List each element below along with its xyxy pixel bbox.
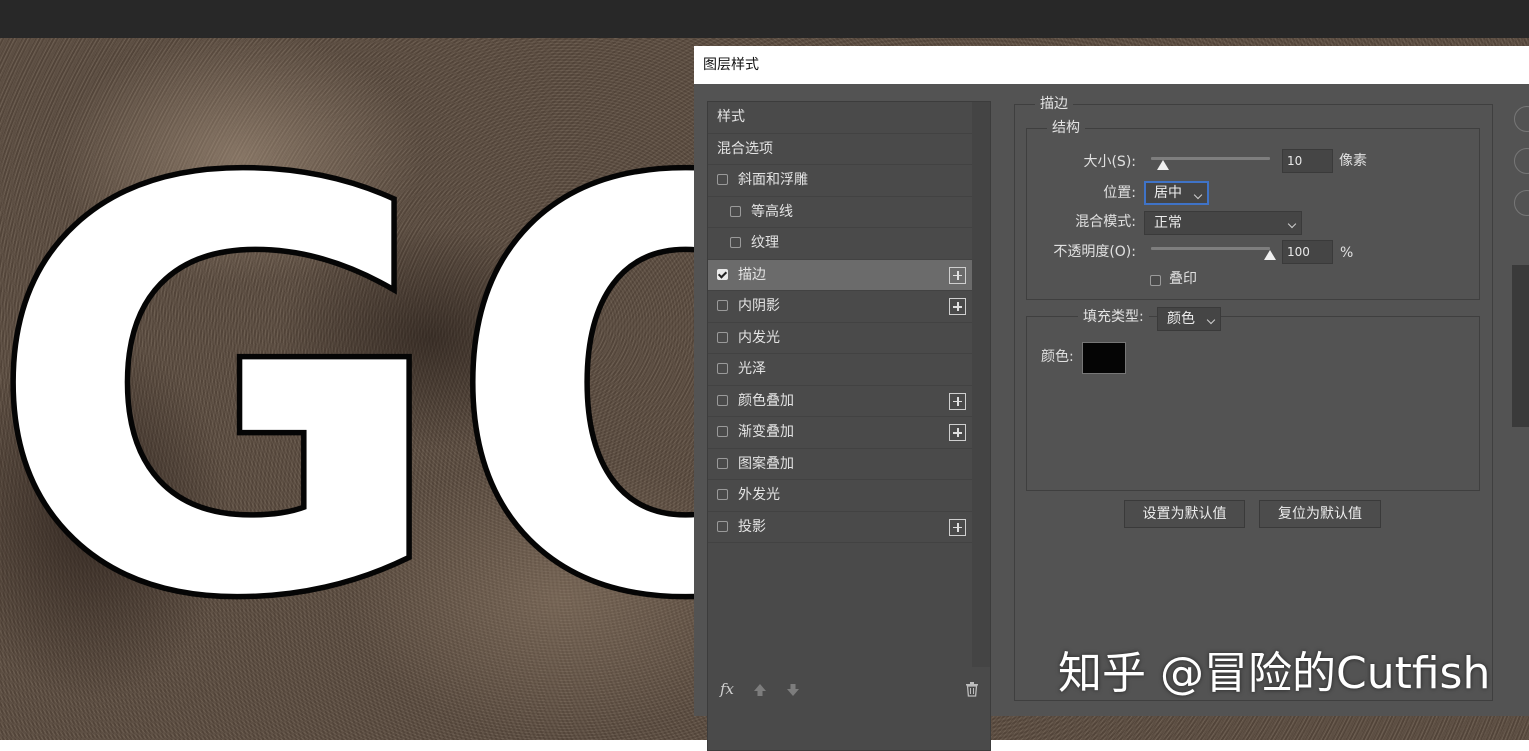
- style-item-checkbox[interactable]: [717, 457, 728, 469]
- add-effect-plus-icon[interactable]: [949, 424, 966, 441]
- style-item[interactable]: 混合选项: [708, 134, 972, 165]
- blend-mode-select[interactable]: 正常: [1144, 211, 1302, 235]
- style-item-checkbox[interactable]: [717, 331, 728, 343]
- style-item-checkbox[interactable]: [730, 237, 741, 248]
- style-item[interactable]: 纹理: [708, 228, 972, 260]
- style-item-label: 纹理: [751, 235, 779, 251]
- style-item-label: 光泽: [738, 361, 766, 377]
- chevron-down-icon: [1287, 219, 1297, 229]
- position-select[interactable]: 居中: [1144, 181, 1209, 205]
- style-item[interactable]: 渐变叠加: [708, 417, 972, 449]
- structure-title: 结构: [1047, 119, 1085, 137]
- style-item-checkbox[interactable]: [717, 520, 728, 532]
- style-item-label: 样式: [717, 109, 745, 125]
- size-unit: 像素: [1339, 153, 1367, 169]
- add-effect-plus-icon[interactable]: [949, 298, 966, 315]
- set-default-button[interactable]: 设置为默认值: [1124, 500, 1245, 528]
- dialog-title: 图层样式: [694, 46, 1529, 84]
- style-item-label: 图案叠加: [738, 455, 794, 472]
- position-label: 位置:: [1103, 185, 1136, 201]
- watermark: 知乎 @冒险的Cutfish: [1058, 648, 1491, 699]
- size-input[interactable]: 10: [1282, 149, 1333, 173]
- size-label: 大小(S):: [1083, 154, 1136, 170]
- cancel-button[interactable]: [1514, 148, 1529, 174]
- color-label: 颜色:: [1041, 349, 1074, 365]
- style-item-label: 等高线: [751, 203, 793, 220]
- move-up-icon[interactable]: [753, 682, 767, 698]
- style-item-checkbox[interactable]: [717, 268, 728, 280]
- fill-type-select[interactable]: 颜色: [1157, 307, 1221, 331]
- opacity-slider-thumb[interactable]: [1264, 250, 1276, 260]
- color-swatch[interactable]: [1082, 342, 1126, 374]
- opacity-label: 不透明度(O):: [1053, 244, 1136, 260]
- top-bar: [0, 0, 1529, 38]
- blend-mode-label: 混合模式:: [1075, 214, 1136, 230]
- style-item-checkbox[interactable]: [717, 394, 728, 406]
- style-item-checkbox[interactable]: [717, 489, 728, 500]
- opacity-unit: %: [1340, 245, 1354, 261]
- style-item[interactable]: 样式: [708, 102, 972, 134]
- fx-menu-button[interactable]: fx: [720, 680, 734, 698]
- style-item-checkbox[interactable]: [730, 205, 741, 217]
- style-item-label: 斜面和浮雕: [738, 172, 808, 188]
- size-slider-thumb[interactable]: [1156, 160, 1169, 170]
- add-effect-plus-icon[interactable]: [949, 518, 966, 536]
- stroke-section-title: 描边: [1035, 95, 1073, 113]
- style-item[interactable]: 投影: [708, 512, 972, 543]
- opacity-slider[interactable]: [1151, 247, 1270, 250]
- add-effect-plus-icon[interactable]: [949, 266, 966, 284]
- style-item[interactable]: 内发光: [708, 323, 972, 354]
- style-item[interactable]: 内阴影: [708, 291, 972, 323]
- style-item[interactable]: 图案叠加: [708, 449, 972, 480]
- trash-icon[interactable]: [965, 681, 979, 697]
- style-item-label: 颜色叠加: [738, 392, 794, 409]
- style-item-checkbox[interactable]: [717, 363, 728, 374]
- chevron-down-icon: [1206, 315, 1216, 325]
- position-value: 居中: [1154, 185, 1182, 201]
- add-effect-plus-icon[interactable]: [949, 392, 966, 410]
- style-item-checkbox[interactable]: [717, 174, 728, 185]
- style-list: 样式混合选项斜面和浮雕等高线纹理描边内阴影内发光光泽颜色叠加渐变叠加图案叠加外发…: [708, 102, 972, 543]
- style-item[interactable]: 等高线: [708, 197, 972, 228]
- style-item-label: 混合选项: [717, 140, 773, 157]
- style-item[interactable]: 描边: [708, 259, 972, 291]
- style-item-label: 描边: [738, 266, 766, 283]
- new-style-button[interactable]: [1514, 190, 1529, 216]
- style-item-label: 内阴影: [738, 298, 780, 314]
- ok-button[interactable]: [1514, 106, 1529, 132]
- fill-type-label: 填充类型:: [1078, 308, 1149, 326]
- style-item[interactable]: 光泽: [708, 354, 972, 386]
- style-item-label: 内发光: [738, 329, 780, 346]
- style-item[interactable]: 颜色叠加: [708, 386, 972, 417]
- opacity-input[interactable]: 100: [1282, 240, 1333, 264]
- style-item-label: 外发光: [738, 487, 780, 503]
- blend-mode-value: 正常: [1154, 215, 1182, 231]
- style-list-scrollbar[interactable]: [972, 102, 990, 667]
- overprint-label: 叠印: [1169, 271, 1197, 287]
- style-item-label: 投影: [738, 518, 766, 535]
- style-item[interactable]: 斜面和浮雕: [708, 165, 972, 197]
- style-item-checkbox[interactable]: [717, 300, 728, 311]
- style-item-checkbox[interactable]: [717, 426, 728, 437]
- fill-type-value: 颜色: [1167, 311, 1195, 327]
- style-item[interactable]: 外发光: [708, 480, 972, 512]
- layer-style-dialog: 图层样式 样式 混合选项 斜面和浮雕 等高线 纹理 描边 内阴影 内发光 光泽 颜色叠加 渐变叠加图…: [694, 46, 1529, 751]
- style-list-panel: 样式混合选项斜面和浮雕等高线纹理描边内阴影内发光光泽颜色叠加渐变叠加图案叠加外发…: [707, 101, 991, 751]
- chevron-down-icon: [1193, 190, 1203, 200]
- move-down-icon[interactable]: [786, 682, 800, 698]
- reset-default-button[interactable]: 复位为默认值: [1259, 500, 1381, 528]
- preview-panel: [1512, 265, 1529, 427]
- style-item-label: 渐变叠加: [738, 424, 794, 440]
- overprint-checkbox[interactable]: [1150, 275, 1161, 286]
- style-list-toolbar: fx: [708, 674, 990, 714]
